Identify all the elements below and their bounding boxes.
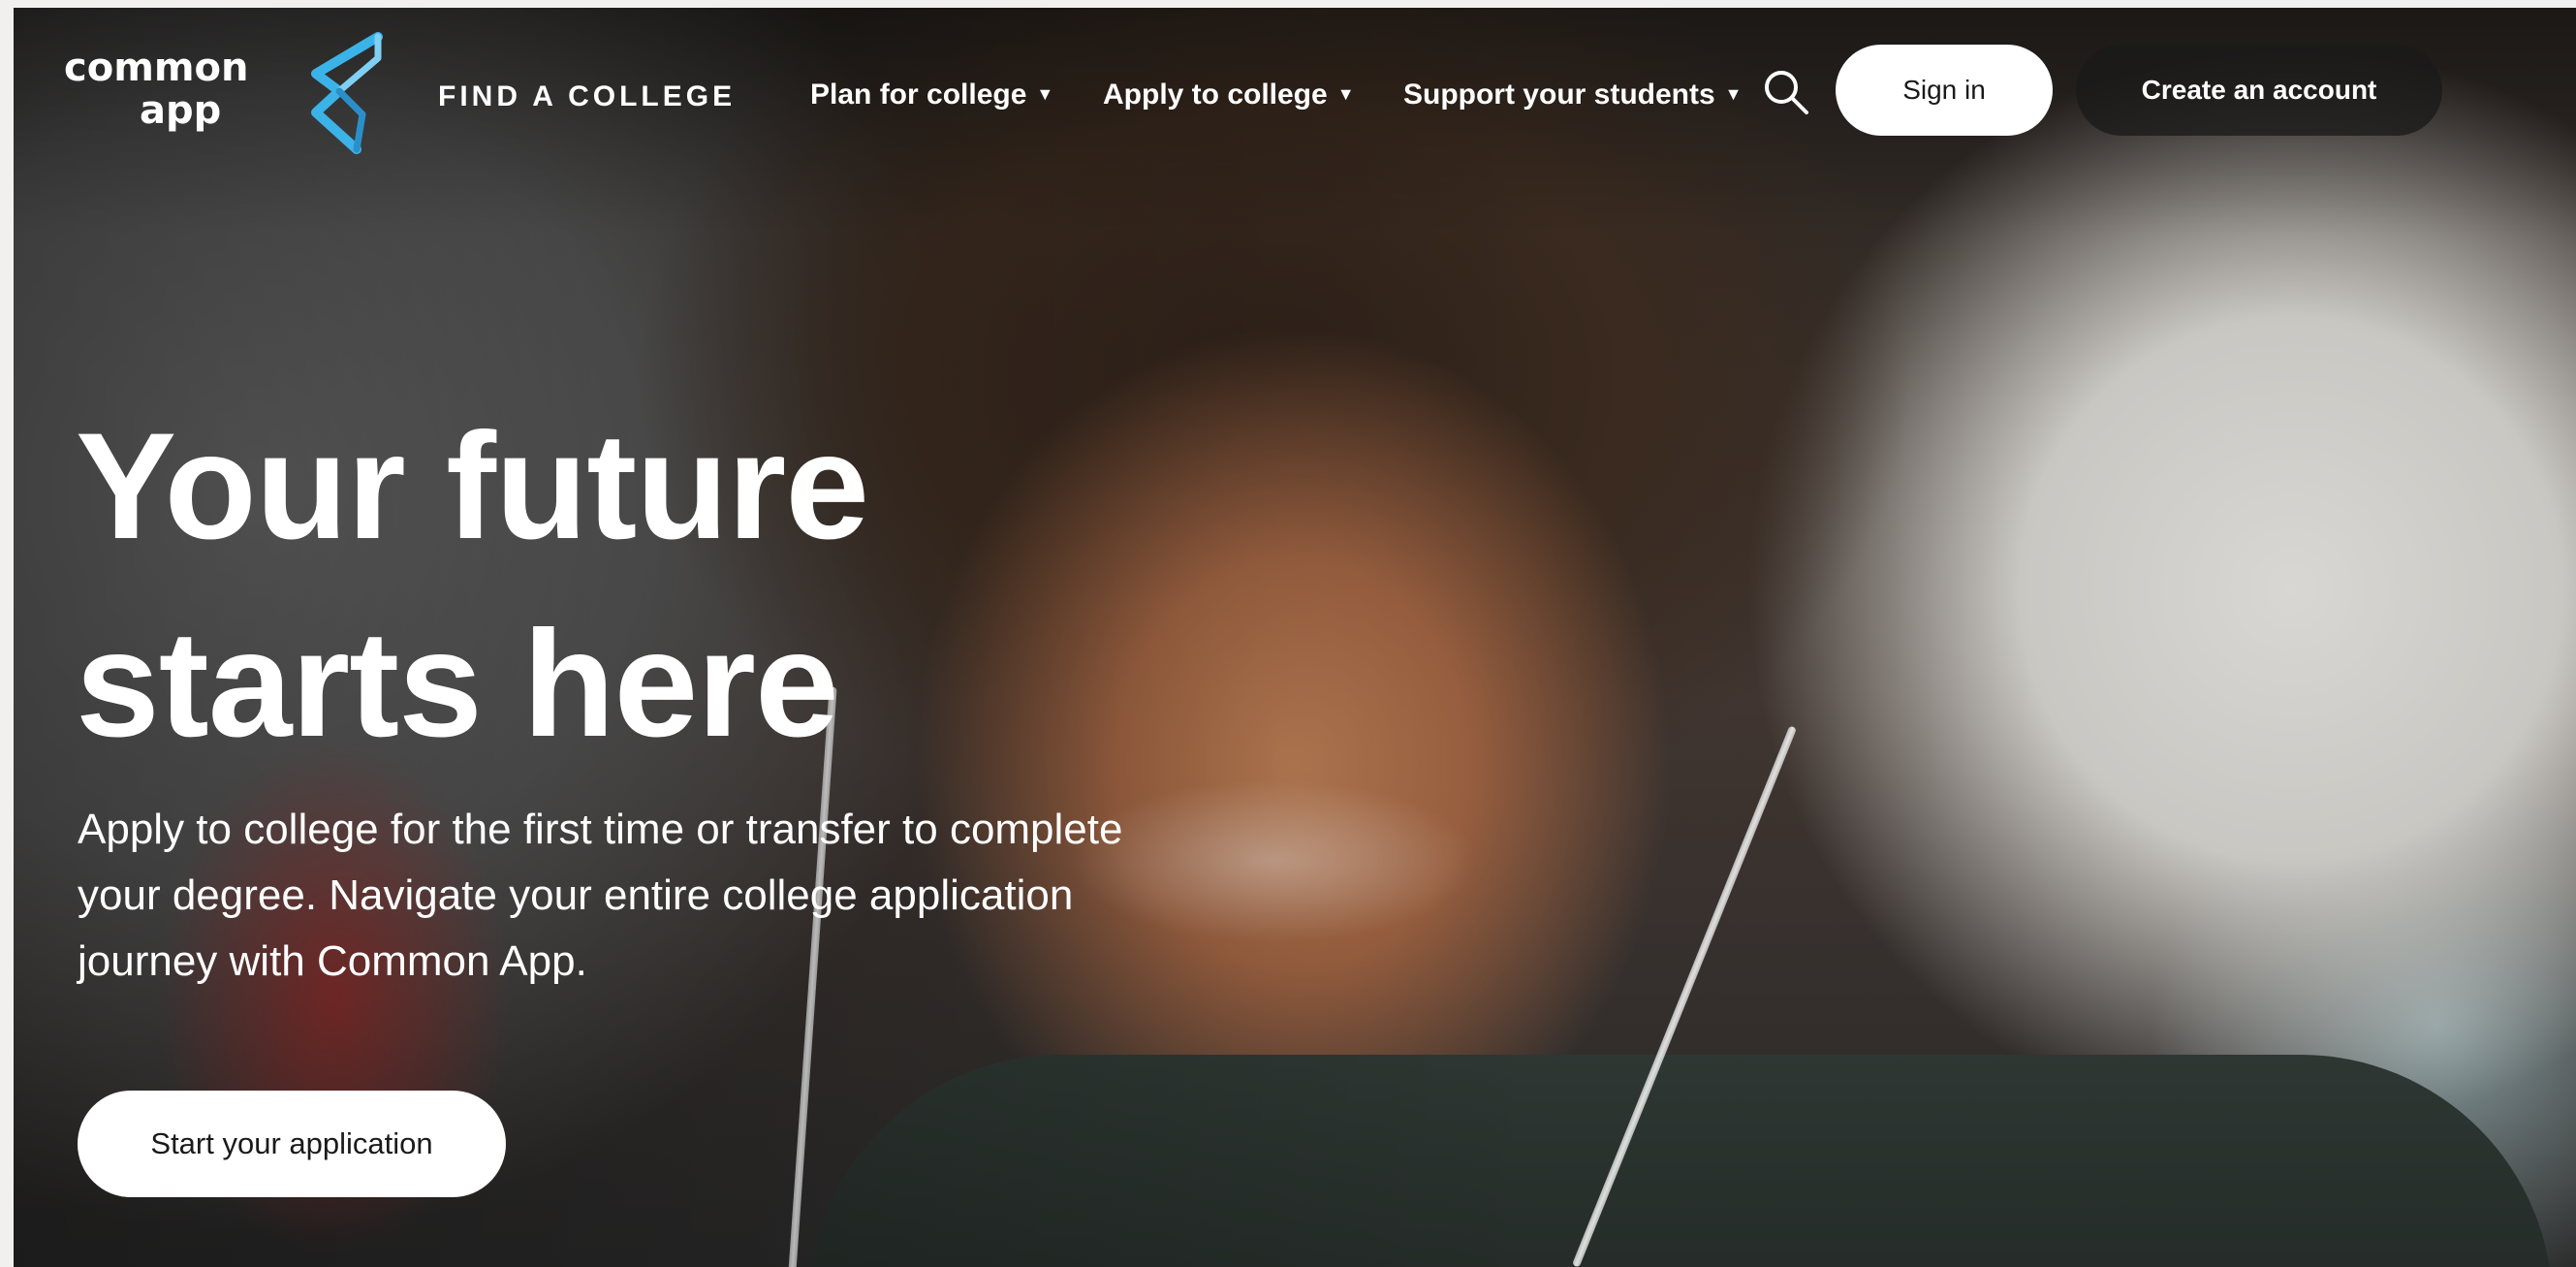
nav-support-your-students[interactable]: Support your students ▼ (1403, 79, 1743, 111)
search-icon[interactable] (1762, 68, 1810, 116)
hero-title: Your future starts here (76, 388, 1142, 783)
caret-down-icon: ▼ (1724, 84, 1743, 104)
top-navigation: common app FIND A COLLEGE Plan for colle… (14, 8, 2576, 155)
caret-down-icon: ▼ (1336, 84, 1355, 104)
hero-subtitle: Apply to college for the first time or t… (78, 806, 1123, 985)
nav-plan-for-college-label: Plan for college (810, 79, 1027, 111)
logo-wordmark-line2: app (140, 88, 222, 133)
create-account-button[interactable]: Create an account (2076, 45, 2442, 136)
nav-find-a-college[interactable]: FIND A COLLEGE (438, 80, 736, 113)
nav-apply-to-college-label: Apply to college (1103, 79, 1328, 111)
nav-plan-for-college[interactable]: Plan for college ▼ (810, 79, 1053, 111)
common-app-logo[interactable]: common app (64, 29, 393, 155)
browser-viewport: common app FIND A COLLEGE Plan for colle… (14, 8, 2576, 1267)
hero-title-line2: starts here (76, 600, 839, 769)
logo-mark-icon (311, 32, 383, 154)
logo-wordmark-line1: common (64, 46, 249, 90)
start-application-button[interactable]: Start your application (78, 1091, 506, 1197)
nav-support-your-students-label: Support your students (1403, 79, 1715, 111)
sign-in-button[interactable]: Sign in (1836, 45, 2053, 136)
caret-down-icon: ▼ (1036, 84, 1054, 104)
logo-wordmark: common app (64, 47, 249, 132)
nav-apply-to-college[interactable]: Apply to college ▼ (1103, 79, 1355, 111)
hero-title-line1: Your future (76, 402, 869, 571)
